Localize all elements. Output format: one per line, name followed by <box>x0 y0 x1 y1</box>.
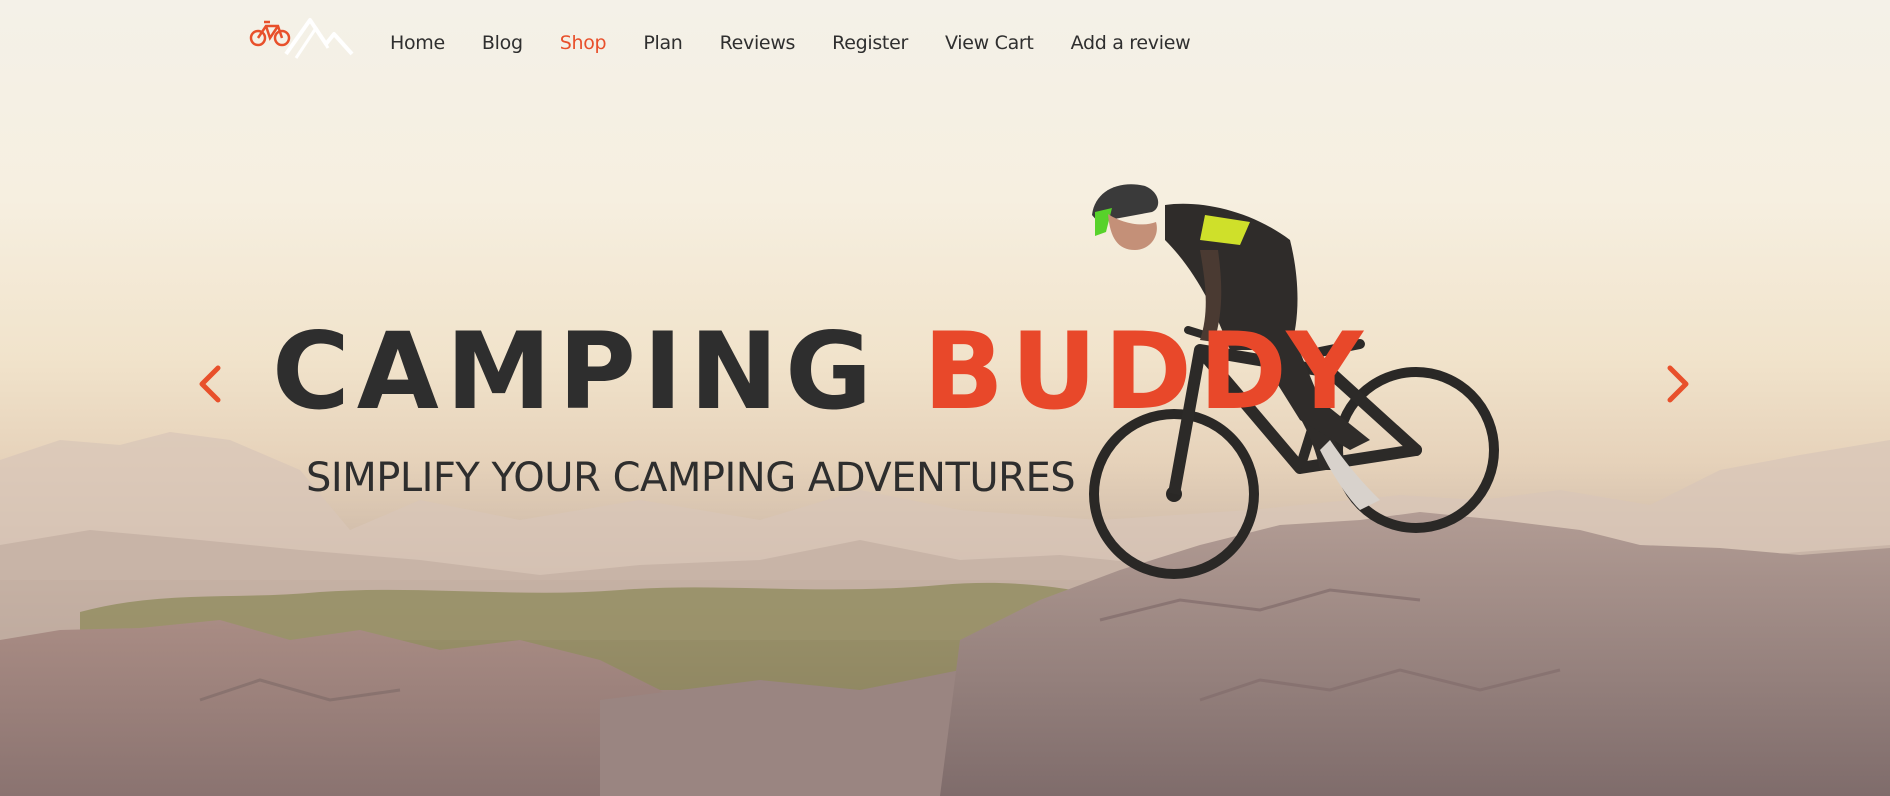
nav-item-add-review[interactable]: Add a review <box>1071 30 1191 56</box>
nav-menu: Home Blog Shop Plan Reviews Register Vie… <box>390 30 1227 56</box>
nav-item-home[interactable]: Home <box>390 30 445 56</box>
hero-title-part2: BUDDY <box>923 310 1370 433</box>
nav-item-reviews[interactable]: Reviews <box>720 30 796 56</box>
hero-subtitle: SIMPLIFY YOUR CAMPING ADVENTURES <box>306 455 1076 501</box>
bike-mountain-logo-icon[interactable] <box>248 14 358 62</box>
chevron-right-icon[interactable] <box>1654 362 1698 406</box>
top-navigation: Home Blog Shop Plan Reviews Register Vie… <box>0 0 1890 86</box>
nav-item-plan[interactable]: Plan <box>643 30 683 56</box>
nav-item-view-cart[interactable]: View Cart <box>945 30 1034 56</box>
nav-item-shop[interactable]: Shop <box>560 30 607 56</box>
hero-title: CAMPING BUDDY <box>272 312 1370 432</box>
nav-item-register[interactable]: Register <box>832 30 908 56</box>
hero-slider: Home Blog Shop Plan Reviews Register Vie… <box>0 0 1890 796</box>
chevron-left-icon[interactable] <box>190 362 234 406</box>
hero-title-part1: CAMPING <box>272 310 880 433</box>
nav-item-blog[interactable]: Blog <box>482 30 523 56</box>
